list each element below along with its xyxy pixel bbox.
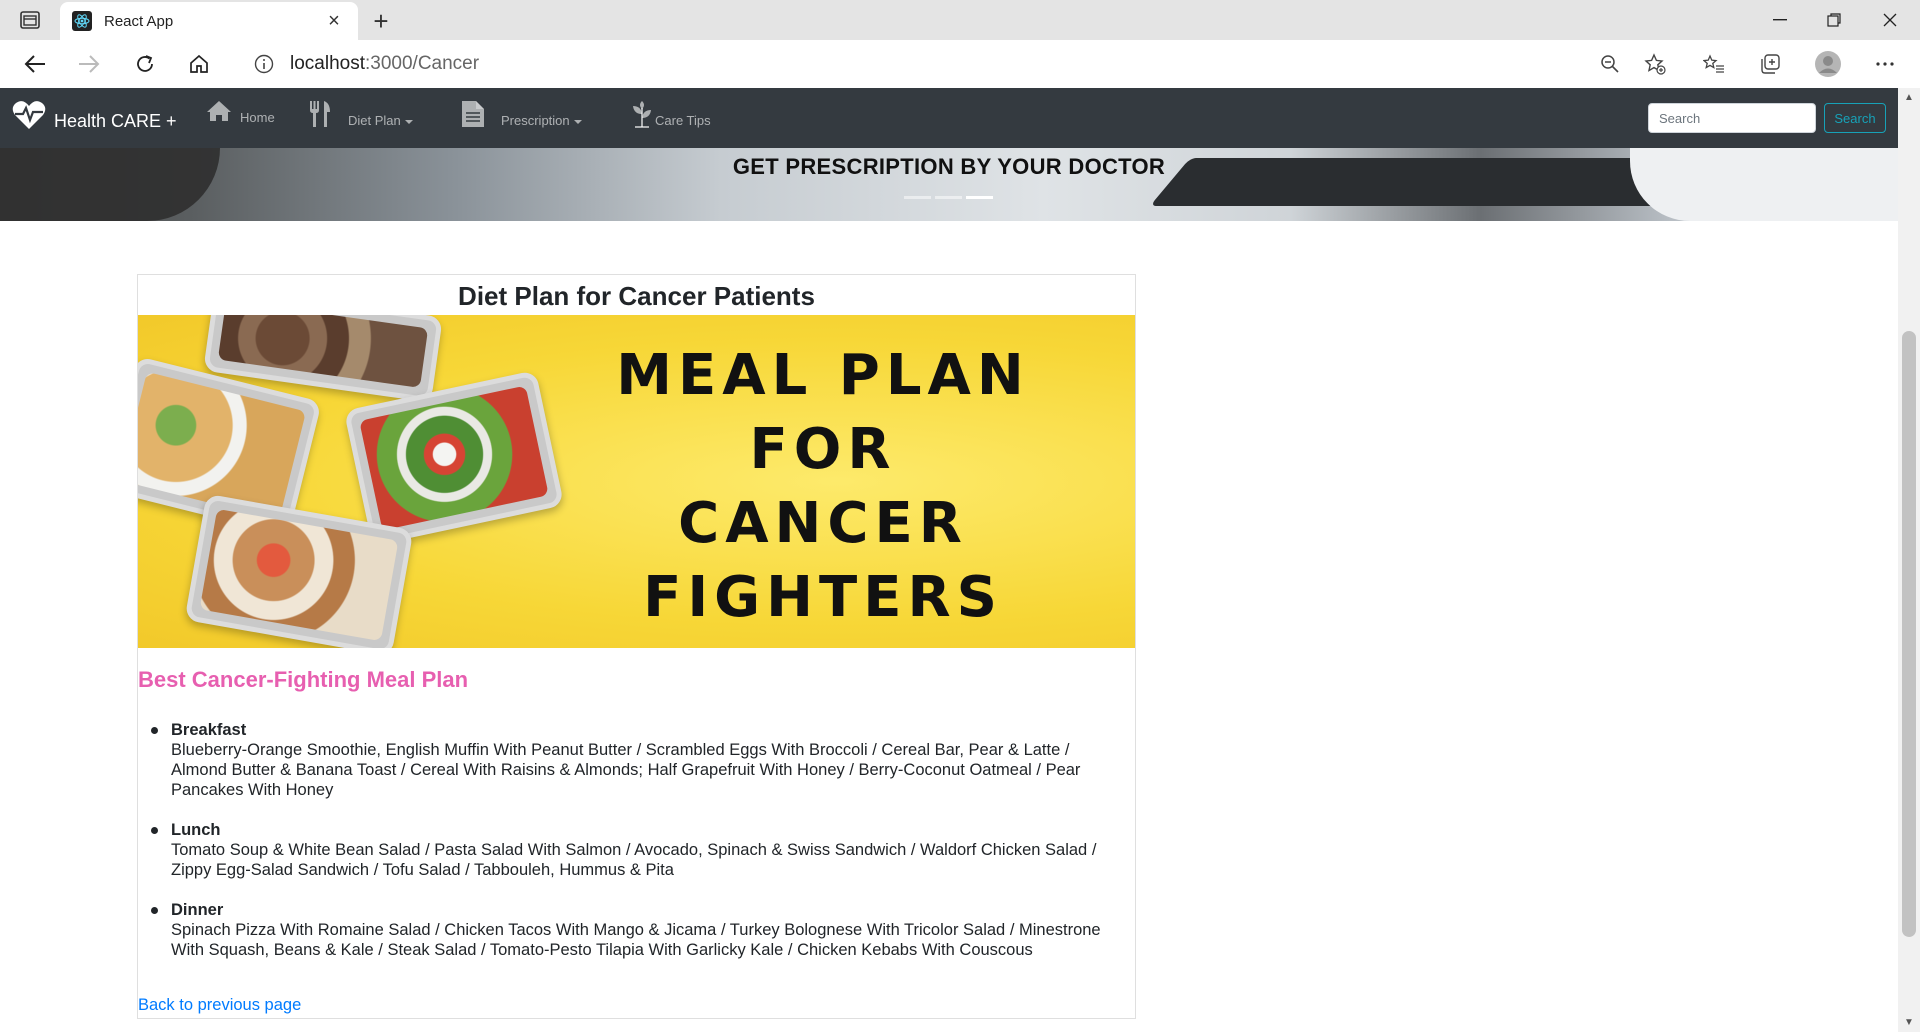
utensils-icon xyxy=(308,100,332,131)
top-navbar: Health CARE + Home Diet Plan Prescriptio… xyxy=(0,88,1898,148)
nav-care-tips-label: Care Tips xyxy=(655,113,711,128)
hero-carousel: GET PRESCRIPTION BY YOUR DOCTOR xyxy=(0,148,1898,221)
nav-diet-plan[interactable]: Diet Plan xyxy=(308,100,413,131)
meal-name: Dinner xyxy=(171,901,224,919)
nav-prescription[interactable]: Prescription xyxy=(461,100,582,131)
browser-toolbar: localhost:3000/Cancer xyxy=(0,40,1920,88)
carousel-indicators xyxy=(904,196,993,199)
list-item: Lunch Tomato Soup & White Bean Salad / P… xyxy=(151,820,1121,880)
heartbeat-icon xyxy=(12,100,46,135)
diet-plan-card: Diet Plan for Cancer Patients MEAL PLAN … xyxy=(137,274,1136,1019)
scroll-thumb[interactable] xyxy=(1902,331,1916,937)
tab-actions-icon[interactable] xyxy=(16,8,44,32)
close-window-icon[interactable] xyxy=(1862,0,1918,40)
list-item: Dinner Spinach Pizza With Romaine Salad … xyxy=(151,900,1121,960)
meal-name: Breakfast xyxy=(171,721,247,739)
leaf-icon xyxy=(631,100,653,131)
page-viewport: Health CARE + Home Diet Plan Prescriptio… xyxy=(0,88,1898,1032)
search-button[interactable]: Search xyxy=(1824,103,1886,133)
scroll-up-arrow-icon[interactable]: ▲ xyxy=(1904,92,1914,103)
meal-list: Breakfast Blueberry-Orange Smoothie, Eng… xyxy=(151,720,1121,980)
meal-items: Spinach Pizza With Romaine Salad / Chick… xyxy=(171,921,1101,959)
restore-icon[interactable] xyxy=(1806,0,1862,40)
carousel-indicator-active[interactable] xyxy=(966,196,993,199)
minimize-icon[interactable] xyxy=(1752,0,1808,40)
url-text: localhost:3000/Cancer xyxy=(290,53,480,74)
home-icon xyxy=(206,100,232,125)
section-title: Best Cancer-Fighting Meal Plan xyxy=(138,667,469,692)
meal-name: Lunch xyxy=(171,821,221,839)
new-tab-icon[interactable]: + xyxy=(366,6,396,36)
browser-titlebar: React App × + xyxy=(0,0,1920,40)
card-title: Diet Plan for Cancer Patients xyxy=(458,281,815,311)
carousel-indicator[interactable] xyxy=(935,196,962,199)
tab-close-icon[interactable]: × xyxy=(324,10,344,33)
tab-title: React App xyxy=(104,12,174,30)
search-input[interactable] xyxy=(1648,103,1816,133)
meal-plan-banner-image: MEAL PLAN FOR CANCER FIGHTERS xyxy=(138,315,1135,648)
nav-care-tips[interactable]: Care Tips xyxy=(631,100,711,131)
back-link[interactable]: Back to previous page xyxy=(138,996,301,1015)
brand-text: Health CARE + xyxy=(54,111,177,131)
nav-prescription-label: Prescription xyxy=(501,113,582,128)
list-item: Breakfast Blueberry-Orange Smoothie, Eng… xyxy=(151,720,1121,800)
browser-tab[interactable]: React App × xyxy=(60,2,358,40)
add-favorite-icon[interactable] xyxy=(1634,44,1676,84)
nav-home[interactable]: Home xyxy=(206,100,275,125)
scroll-down-arrow-icon[interactable]: ▼ xyxy=(1904,1017,1914,1028)
refresh-icon[interactable] xyxy=(124,44,166,84)
favorites-icon[interactable] xyxy=(1693,44,1735,84)
hero-caption: GET PRESCRIPTION BY YOUR DOCTOR xyxy=(732,154,1166,179)
address-bar[interactable]: localhost:3000/Cancer xyxy=(236,46,1685,82)
document-icon xyxy=(461,100,485,131)
nav-home-label: Home xyxy=(240,110,275,125)
collections-icon[interactable] xyxy=(1749,44,1791,84)
meal-items: Blueberry-Orange Smoothie, English Muffi… xyxy=(171,741,1081,799)
profile-avatar-icon[interactable] xyxy=(1807,44,1849,84)
brand[interactable]: Health CARE + xyxy=(12,100,177,135)
more-menu-icon[interactable] xyxy=(1864,44,1906,84)
site-info-icon[interactable] xyxy=(246,54,282,74)
react-favicon-icon xyxy=(72,11,92,31)
meal-items: Tomato Soup & White Bean Salad / Pasta S… xyxy=(171,841,1097,879)
home-browser-icon[interactable] xyxy=(178,44,220,84)
carousel-indicator[interactable] xyxy=(904,196,931,199)
forward-icon[interactable] xyxy=(68,44,110,84)
banner-text: MEAL PLAN FOR CANCER FIGHTERS xyxy=(616,343,1030,630)
zoom-icon[interactable] xyxy=(1589,44,1631,84)
nav-diet-plan-label: Diet Plan xyxy=(348,113,413,128)
back-icon[interactable] xyxy=(14,44,56,84)
page-scrollbar[interactable]: ▲ ▼ xyxy=(1898,88,1920,1032)
